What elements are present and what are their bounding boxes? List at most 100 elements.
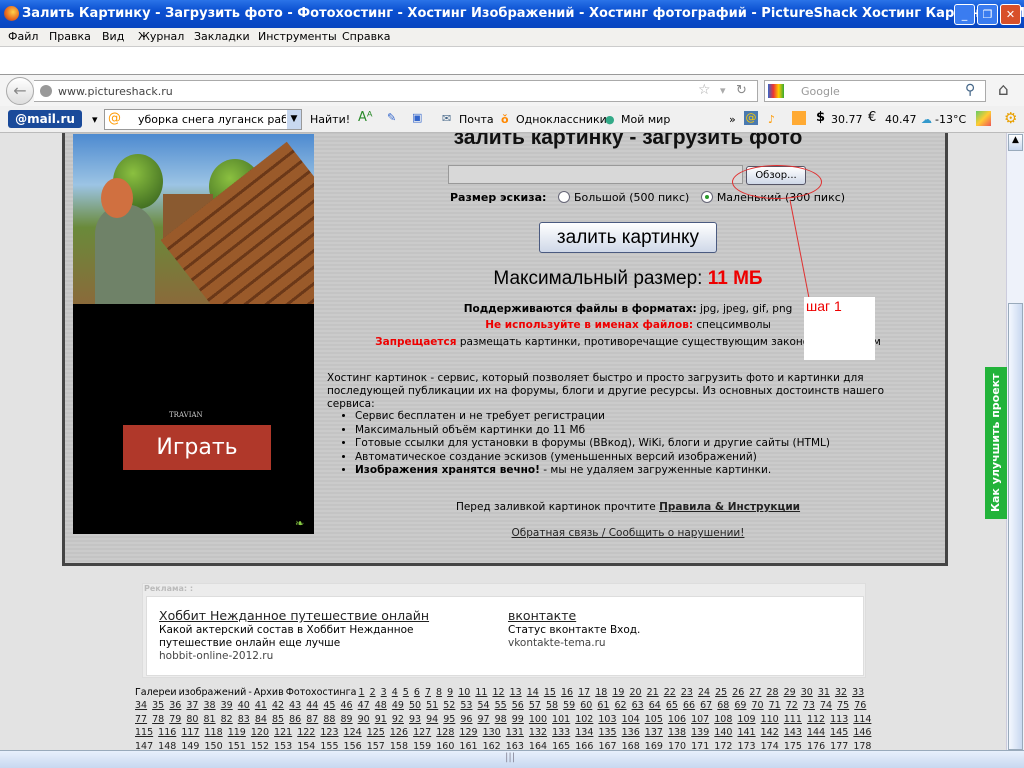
gallery-page-link[interactable]: 62	[615, 700, 627, 711]
gallery-page-link[interactable]: 110	[761, 714, 779, 725]
mail-agent-icon[interactable]: @	[744, 111, 758, 125]
gallery-page-link[interactable]: 114	[853, 714, 871, 725]
gallery-page-link[interactable]: 44	[306, 700, 318, 711]
dropdown-icon[interactable]: ▾	[92, 113, 98, 126]
gallery-page-link[interactable]: 169	[645, 741, 663, 750]
gallery-page-link[interactable]: 17	[578, 687, 590, 698]
gallery-page-link[interactable]: 31	[818, 687, 830, 698]
font-size-icon[interactable]: Aᴬ	[358, 110, 373, 125]
gallery-page-link[interactable]: 8	[436, 687, 442, 698]
gallery-page-link[interactable]: 88	[323, 714, 335, 725]
gallery-page-link[interactable]: 124	[344, 727, 362, 738]
radio-small[interactable]	[700, 191, 713, 203]
gallery-page-link[interactable]: 141	[737, 727, 755, 738]
gallery-page-link[interactable]: 50	[409, 700, 421, 711]
gallery-page-link[interactable]: 55	[495, 700, 507, 711]
chevron-down-icon[interactable]: ▼	[287, 110, 301, 129]
gallery-page-link[interactable]: 11	[475, 687, 487, 698]
gallery-page-link[interactable]: 3	[381, 687, 387, 698]
gallery-page-link[interactable]: 168	[622, 741, 640, 750]
gallery-page-link[interactable]: 63	[632, 700, 644, 711]
gallery-page-link[interactable]: 138	[668, 727, 686, 738]
gallery-page-link[interactable]: 161	[459, 741, 477, 750]
radio-large[interactable]	[557, 191, 570, 203]
gallery-page-link[interactable]: 14	[527, 687, 539, 698]
gallery-page-link[interactable]: 85	[272, 714, 284, 725]
gallery-page-link[interactable]: 155	[320, 741, 338, 750]
star-icon[interactable]: ☆	[698, 82, 711, 98]
gallery-page-link[interactable]: 103	[598, 714, 616, 725]
gallery-page-link[interactable]: 158	[390, 741, 408, 750]
gallery-page-link[interactable]: 177	[830, 741, 848, 750]
gallery-page-link[interactable]: 24	[698, 687, 710, 698]
gallery-page-link[interactable]: 109	[737, 714, 755, 725]
gallery-page-link[interactable]: 67	[700, 700, 712, 711]
gallery-page-link[interactable]: 118	[205, 727, 223, 738]
gallery-page-link[interactable]: 25	[715, 687, 727, 698]
gallery-page-link[interactable]: 34	[135, 700, 147, 711]
gallery-page-link[interactable]: 22	[664, 687, 676, 698]
gallery-page-link[interactable]: 80	[186, 714, 198, 725]
gallery-page-link[interactable]: 41	[255, 700, 267, 711]
gallery-page-link[interactable]: 75	[837, 700, 849, 711]
gallery-page-link[interactable]: 87	[306, 714, 318, 725]
radio-large-label[interactable]: Большой (500 пикс)	[574, 191, 689, 204]
mailru-logo[interactable]: @mail.ru	[8, 110, 82, 128]
gallery-page-link[interactable]: 154	[297, 741, 315, 750]
gallery-page-link[interactable]: 107	[691, 714, 709, 725]
gallery-page-link[interactable]: 157	[367, 741, 385, 750]
gallery-page-link[interactable]: 112	[807, 714, 825, 725]
gallery-page-link[interactable]: 36	[169, 700, 181, 711]
gallery-page-link[interactable]: 92	[392, 714, 404, 725]
gallery-page-link[interactable]: 53	[460, 700, 472, 711]
gallery-page-link[interactable]: 100	[529, 714, 547, 725]
gallery-page-link[interactable]: 104	[622, 714, 640, 725]
gallery-page-link[interactable]: 45	[323, 700, 335, 711]
gallery-page-link[interactable]: 128	[436, 727, 454, 738]
gallery-page-link[interactable]: 46	[341, 700, 353, 711]
gallery-page-link[interactable]: 12	[492, 687, 504, 698]
gallery-page-link[interactable]: 1	[358, 687, 364, 698]
gallery-page-link[interactable]: 66	[683, 700, 695, 711]
gallery-page-link[interactable]: 175	[784, 741, 802, 750]
gallery-page-link[interactable]: 93	[409, 714, 421, 725]
gallery-page-link[interactable]: 89	[341, 714, 353, 725]
gallery-page-link[interactable]: 162	[483, 741, 501, 750]
gallery-page-link[interactable]: 39	[221, 700, 233, 711]
gallery-page-link[interactable]: 150	[205, 741, 223, 750]
gallery-page-link[interactable]: 60	[580, 700, 592, 711]
ad-title[interactable]: Хоббит Нежданное путешествие онлайн	[159, 608, 429, 623]
gallery-page-link[interactable]: 102	[575, 714, 593, 725]
gallery-page-link[interactable]: 170	[668, 741, 686, 750]
gallery-page-link[interactable]: 59	[563, 700, 575, 711]
gallery-page-link[interactable]: 32	[835, 687, 847, 698]
gallery-page-link[interactable]: 5	[403, 687, 409, 698]
gallery-page-link[interactable]: 127	[413, 727, 431, 738]
menu-edit[interactable]: Правка	[49, 30, 91, 43]
gallery-page-link[interactable]: 69	[734, 700, 746, 711]
gallery-page-link[interactable]: 78	[152, 714, 164, 725]
gallery-page-link[interactable]: 47	[358, 700, 370, 711]
upload-button[interactable]: залить картинку	[539, 222, 717, 253]
page-search-icon[interactable]: ▣	[412, 111, 422, 124]
gallery-page-link[interactable]: 13	[510, 687, 522, 698]
gallery-page-link[interactable]: 76	[854, 700, 866, 711]
gallery-page-link[interactable]: 21	[647, 687, 659, 698]
gallery-page-link[interactable]: 65	[666, 700, 678, 711]
gallery-page-link[interactable]: 147	[135, 741, 153, 750]
gallery-page-link[interactable]: 64	[649, 700, 661, 711]
improve-project-tab[interactable]: Как улучшить проект	[985, 367, 1007, 519]
gallery-page-link[interactable]: 166	[575, 741, 593, 750]
gallery-page-link[interactable]: 72	[786, 700, 798, 711]
gallery-page-link[interactable]: 174	[761, 741, 779, 750]
gallery-page-link[interactable]: 140	[714, 727, 732, 738]
gallery-page-link[interactable]: 15	[544, 687, 556, 698]
gallery-page-link[interactable]: 81	[204, 714, 216, 725]
gallery-page-link[interactable]: 120	[251, 727, 269, 738]
gallery-page-link[interactable]: 38	[204, 700, 216, 711]
horizontal-scrollbar[interactable]: |||	[0, 750, 1024, 768]
home-icon[interactable]: ⌂	[998, 80, 1009, 100]
ad-item[interactable]: вконтакте Статус вконтакте Вход. vkontak…	[508, 609, 808, 650]
gallery-page-link[interactable]: 61	[597, 700, 609, 711]
gallery-page-link[interactable]: 105	[645, 714, 663, 725]
